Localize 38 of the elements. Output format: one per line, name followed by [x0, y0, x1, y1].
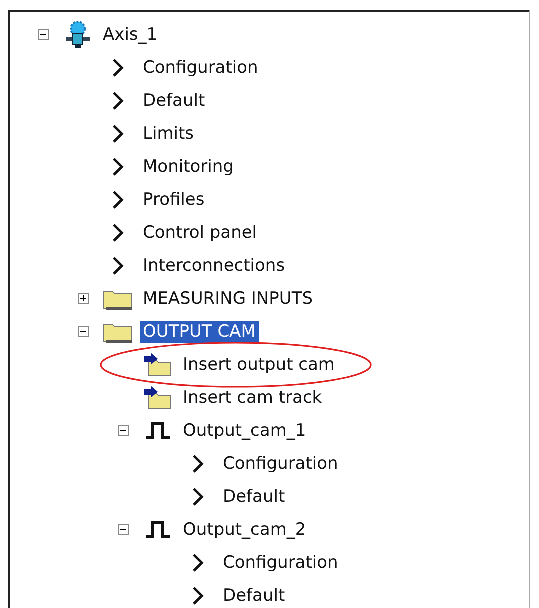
tree-item[interactable]: Control panel [140, 222, 260, 244]
tree-item[interactable]: Configuration [220, 552, 342, 574]
tree-item[interactable]: Monitoring [140, 156, 237, 178]
arrow-folder-icon [143, 386, 173, 410]
chevron-icon [112, 190, 124, 210]
arrow-folder-icon [143, 352, 173, 376]
chevron-icon [112, 58, 124, 78]
pulse-icon [145, 420, 171, 440]
tree-item[interactable]: Default [220, 584, 288, 606]
tree-item[interactable]: Output_cam_2 [180, 518, 310, 540]
chevron-icon [192, 454, 204, 474]
chevron-icon [192, 586, 204, 606]
collapse-toggle[interactable] [78, 326, 89, 337]
collapse-toggle[interactable] [118, 524, 129, 535]
pulse-icon [145, 520, 171, 540]
tree-item[interactable]: Insert cam track [180, 386, 326, 408]
chevron-icon [112, 222, 124, 242]
chevron-icon [192, 552, 204, 572]
tree-item[interactable]: Limits [140, 122, 197, 144]
tree-item[interactable]: Configuration [140, 56, 262, 78]
collapse-toggle[interactable] [118, 425, 129, 436]
tree-item[interactable]: Axis_1 [100, 24, 161, 46]
expand-toggle[interactable] [78, 293, 89, 304]
tree-item[interactable]: Configuration [220, 452, 342, 474]
chevron-icon [112, 90, 124, 110]
chevron-icon [112, 124, 124, 144]
tree-item[interactable]: Interconnections [140, 254, 288, 276]
chevron-icon [192, 486, 204, 506]
chevron-icon [112, 256, 124, 276]
collapse-toggle[interactable] [38, 29, 49, 40]
tree-item[interactable]: Default [140, 90, 208, 112]
tree-item[interactable]: Default [220, 486, 288, 508]
gear-icon [64, 20, 92, 50]
tree-item[interactable]: OUTPUT CAM [140, 320, 259, 342]
tree-item[interactable]: Output_cam_1 [180, 420, 310, 442]
chevron-icon [112, 156, 124, 176]
tree-item[interactable]: MEASURING INPUTS [140, 288, 316, 310]
tree-item[interactable]: Profiles [140, 188, 208, 210]
